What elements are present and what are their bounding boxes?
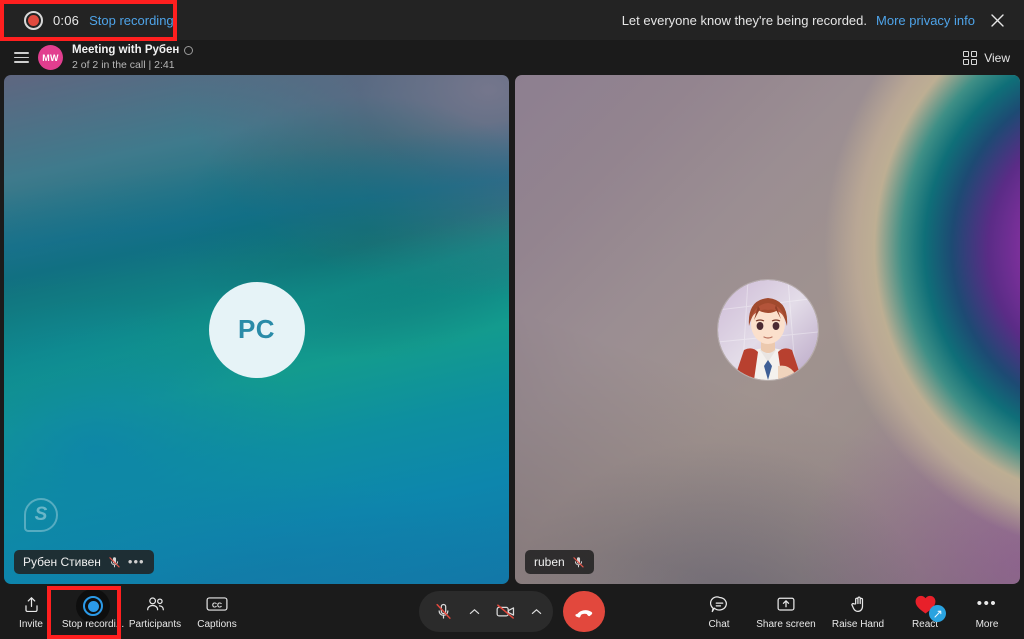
share-screen-label: Share screen xyxy=(756,619,816,630)
participant-name-label: Рубен Стивен xyxy=(23,555,101,569)
skype-meeting-window: 0:06 Stop recording Let everyone know th… xyxy=(0,0,1024,639)
mic-off-icon xyxy=(572,556,585,569)
av-controls-pill xyxy=(419,591,553,632)
end-call-button[interactable] xyxy=(563,591,605,632)
mic-off-icon xyxy=(108,556,121,569)
captions-button[interactable]: CC Captions xyxy=(186,586,248,638)
end-call-icon xyxy=(574,610,592,618)
record-dot-icon xyxy=(24,10,43,30)
stop-recording-button[interactable]: Stop recordi... xyxy=(62,586,124,638)
react-button[interactable]: React xyxy=(894,586,956,638)
more-options-icon[interactable]: ••• xyxy=(128,555,145,568)
participants-label: Participants xyxy=(128,619,182,630)
camera-options-chevron-icon[interactable] xyxy=(525,595,547,629)
invite-label: Invite xyxy=(19,619,43,630)
share-upload-icon xyxy=(22,593,41,615)
more-label: More xyxy=(975,619,999,630)
participant-photo-avatar xyxy=(717,279,818,380)
mic-muted-icon[interactable] xyxy=(425,595,461,629)
participant-name-label: ruben xyxy=(534,555,565,569)
participants-icon xyxy=(145,593,166,615)
toolbar-right-group: Chat Share screen Raise Hand React ••• M… xyxy=(688,584,1018,639)
chat-bubble-icon xyxy=(709,593,729,615)
meeting-title-text: Meeting with Рубен xyxy=(72,44,180,57)
svg-text:CC: CC xyxy=(212,602,222,609)
page-title: Meeting with Рубен xyxy=(72,43,194,57)
more-privacy-info-link[interactable]: More privacy info xyxy=(876,13,975,28)
participant-initials-avatar: PC xyxy=(208,281,305,378)
share-screen-button[interactable]: Share screen xyxy=(750,586,822,638)
invite-button[interactable]: Invite xyxy=(0,586,62,638)
raise-hand-button[interactable]: Raise Hand xyxy=(822,586,894,638)
recording-status-group: 0:06 Stop recording xyxy=(0,0,174,40)
more-dots-icon: ••• xyxy=(976,595,998,612)
recording-notification-bar: 0:06 Stop recording Let everyone know th… xyxy=(0,0,1024,40)
grid-view-icon xyxy=(963,50,978,65)
meeting-subtitle: 2 of 2 in the call | 2:41 xyxy=(72,58,175,71)
call-controls-group xyxy=(419,591,605,632)
meeting-header: MW Meeting with Рубен 2 of 2 in the call… xyxy=(0,40,1024,75)
participant-name-pill: Рубен Стивен ••• xyxy=(14,550,154,574)
participants-button[interactable]: Participants xyxy=(124,586,186,638)
meeting-info: Meeting with Рубен 2 of 2 in the call | … xyxy=(72,43,194,72)
share-screen-icon xyxy=(776,593,796,615)
more-button[interactable]: ••• More xyxy=(956,586,1018,638)
participant-tile-left[interactable]: PC S Рубен Стивен ••• xyxy=(4,75,509,584)
privacy-notice-group: Let everyone know they're being recorded… xyxy=(622,0,1024,40)
participant-tile-right[interactable]: ruben xyxy=(515,75,1020,584)
participant-name-pill: ruben xyxy=(525,550,594,574)
recording-timer: 0:06 xyxy=(53,12,80,28)
avatar: MW xyxy=(38,45,63,70)
stop-recording-link[interactable]: Stop recording xyxy=(89,13,174,28)
cursor-badge-icon xyxy=(929,605,946,622)
raise-hand-icon xyxy=(849,593,868,615)
captions-label: Captions xyxy=(197,619,237,630)
stop-recording-icon xyxy=(76,589,110,623)
raise-hand-label: Raise Hand xyxy=(831,619,885,630)
view-button[interactable]: View xyxy=(963,50,1010,65)
bottom-toolbar: Invite Stop recordi... Participants CC C… xyxy=(0,584,1024,639)
privacy-notice-text: Let everyone know they're being recorded… xyxy=(621,12,868,28)
chat-label: Chat xyxy=(708,619,730,630)
skype-watermark: S xyxy=(24,498,58,532)
close-icon[interactable] xyxy=(984,7,1010,33)
mic-options-chevron-icon[interactable] xyxy=(463,595,485,629)
camera-off-icon[interactable] xyxy=(487,595,523,629)
globe-icon xyxy=(184,45,194,55)
toolbar-left-group: Invite Stop recordi... Participants CC C… xyxy=(0,584,248,639)
video-stage: PC S Рубен Стивен ••• ruben xyxy=(0,75,1024,584)
stop-recording-label: Stop recordi... xyxy=(61,619,125,630)
view-button-label: View xyxy=(984,50,1010,65)
captions-cc-icon: CC xyxy=(206,593,228,615)
chat-button[interactable]: Chat xyxy=(688,586,750,638)
hamburger-icon[interactable] xyxy=(6,52,36,63)
